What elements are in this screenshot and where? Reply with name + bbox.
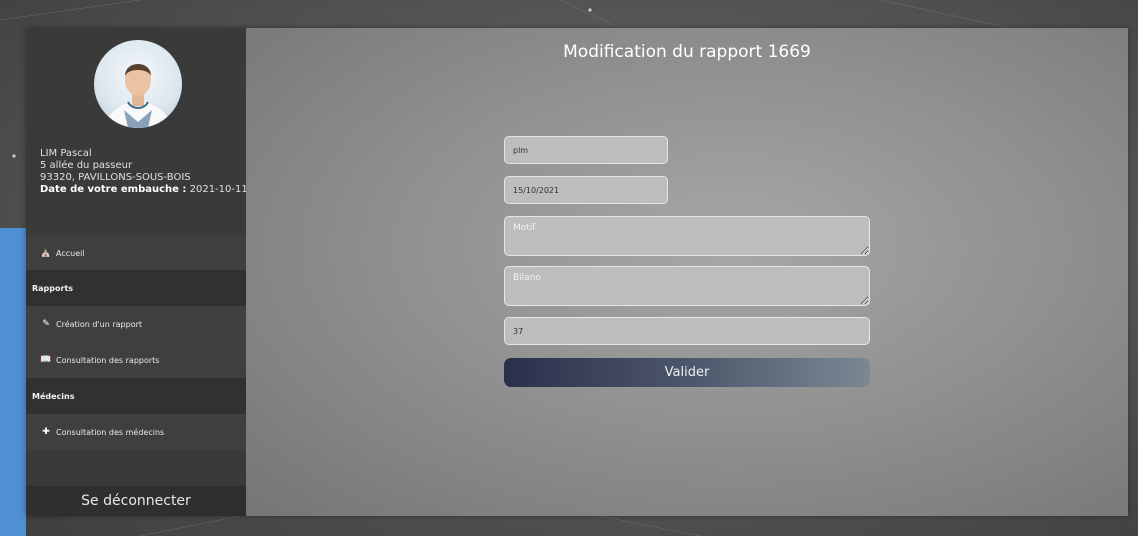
user-info: LIM Pascal 5 allée du passeur 93320, PAV… <box>40 148 248 196</box>
hire-date: Date de votre embauche : 2021-10-11 <box>40 184 248 196</box>
user-avatar <box>94 40 182 128</box>
page-accent-edge <box>0 228 26 536</box>
user-address-line2: 93320, PAVILLONS-SOUS-BOIS <box>40 172 191 183</box>
number-input[interactable] <box>504 317 870 345</box>
app-window: LIM Pascal 5 allée du passeur 93320, PAV… <box>26 28 1128 516</box>
report-edit-panel: Modification du rapport 1669 Valider <box>246 28 1128 516</box>
logout-button[interactable]: Se déconnecter <box>26 486 246 516</box>
nav-section-reports-label: Rapports <box>32 283 74 293</box>
sidebar: LIM Pascal 5 allée du passeur 93320, PAV… <box>26 28 248 516</box>
hire-date-label: Date de votre embauche : <box>40 184 187 195</box>
home-icon: ⛪ <box>40 248 52 258</box>
plus-icon: ✚ <box>42 427 50 437</box>
bilan-textarea[interactable] <box>504 266 870 306</box>
nav-item-home[interactable]: ⛪ Accueil <box>26 236 246 270</box>
nav-item-view-doctors-label: Consultation des médecins <box>56 427 165 437</box>
user-name: LIM Pascal <box>40 148 92 159</box>
nav-item-view-doctors[interactable]: ✚ Consultation des médecins <box>26 414 246 450</box>
nav-item-create-report-label: Création d'un rapport <box>56 319 143 329</box>
nav-item-create-report[interactable]: ✎ Création d'un rapport <box>26 306 246 342</box>
nav-section-doctors: Médecins <box>26 378 246 414</box>
nav-section-doctors-label: Médecins <box>32 391 75 401</box>
motif-textarea[interactable] <box>504 216 870 256</box>
page-title: Modification du rapport 1669 <box>563 42 811 62</box>
submit-button[interactable]: Valider <box>504 358 870 387</box>
report-date-input[interactable] <box>504 176 668 204</box>
hire-date-value: 2021-10-11 <box>189 184 248 195</box>
report-code-input[interactable] <box>504 136 668 164</box>
nav-item-home-label: Accueil <box>56 248 85 258</box>
nav-section-reports: Rapports <box>26 270 246 306</box>
edit-icon: ✎ <box>42 319 50 329</box>
user-address-line1: 5 allée du passeur <box>40 160 133 171</box>
nav-item-view-reports-label: Consultation des rapports <box>56 355 160 365</box>
book-icon: 📖 <box>40 355 52 365</box>
nav-item-view-reports[interactable]: 📖 Consultation des rapports <box>26 342 246 378</box>
